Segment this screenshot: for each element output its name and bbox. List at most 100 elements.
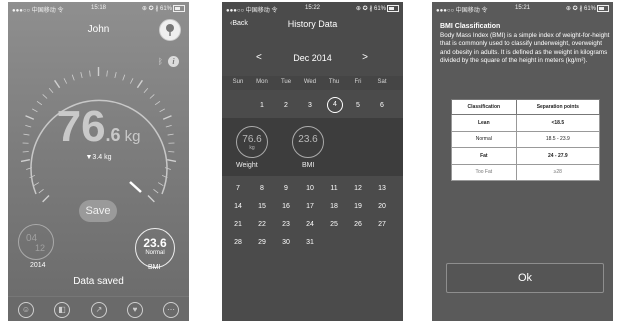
calendar-day[interactable]: 1 xyxy=(252,102,272,109)
heart-icon[interactable]: ♥ xyxy=(127,302,143,318)
calendar-day[interactable]: 22 xyxy=(252,221,272,228)
date-badge[interactable]: 04 12 xyxy=(18,224,54,260)
bmi-label: BMI xyxy=(148,264,161,271)
gauge-tick xyxy=(122,74,126,81)
next-month-button[interactable]: > xyxy=(362,52,368,63)
calendar-day[interactable]: 28 xyxy=(228,239,248,246)
table-row: Lean <18.5 xyxy=(451,114,601,132)
battery-icon xyxy=(173,5,185,12)
month-label: Dec 2014 xyxy=(293,53,332,63)
calendar-day[interactable]: 12 xyxy=(348,185,368,192)
info-body: Body Mass Index (BMI) is a simple index … xyxy=(440,32,610,65)
calendar-day[interactable]: 15 xyxy=(252,203,272,210)
gauge-tick xyxy=(48,87,54,94)
calendar-day[interactable]: 27 xyxy=(372,221,392,228)
calendar-day[interactable]: 8 xyxy=(252,185,272,192)
table-cell: Fat xyxy=(451,147,517,165)
calendar-day[interactable]: 23 xyxy=(276,221,296,228)
gauge-tick xyxy=(153,189,159,194)
gauge-tick xyxy=(42,94,48,99)
status-bar: ●●●○○ 中国移动 令 15:22 ⊕ ✪ ∦ 61% xyxy=(222,2,403,14)
calendar-day[interactable]: 16 xyxy=(276,203,296,210)
calendar-day[interactable]: 10 xyxy=(300,185,320,192)
weight-change: ▼3.4 kg xyxy=(85,154,112,161)
table-cell: Lean xyxy=(451,114,517,132)
gauge-needle xyxy=(129,181,142,193)
calendar-day[interactable]: 3 xyxy=(300,102,320,109)
gauge-tick xyxy=(136,79,143,89)
status-right: ⊕ ✪ ∦ 61% xyxy=(566,5,609,12)
history-screen: ●●●○○ 中国移动 令 15:22 ⊕ ✪ ∦ 61% ‹Back Histo… xyxy=(222,2,403,321)
date-year: 2014 xyxy=(30,262,46,269)
save-confirmation: Data saved xyxy=(73,276,124,287)
gauge-tick xyxy=(71,74,75,81)
calendar-day[interactable]: 19 xyxy=(348,203,368,210)
table-cell: <18.5 xyxy=(515,114,601,132)
calendar-week: 28 29 30 31 xyxy=(222,236,403,252)
status-right: ⊕ ✪ ∦ 61% xyxy=(142,5,185,12)
weight-unit: kg xyxy=(124,128,141,145)
calendar-day[interactable]: 18 xyxy=(324,203,344,210)
calendar-day-selected[interactable]: 4 xyxy=(327,97,343,113)
calendar-day[interactable]: 20 xyxy=(372,203,392,210)
bmi-badge[interactable]: 23.6 Normal xyxy=(135,228,175,268)
summary-bmi-circle: 23.6 xyxy=(292,126,324,158)
summary-bmi-label: BMI xyxy=(302,162,315,169)
calendar-day[interactable]: 7 xyxy=(228,185,248,192)
calendar-day[interactable]: 31 xyxy=(300,239,320,246)
calendar-week-1: 123456 xyxy=(222,96,403,116)
more-icon[interactable]: ⋯ xyxy=(163,302,179,318)
calendar-day[interactable]: 24 xyxy=(300,221,320,228)
weekday-label: Sat xyxy=(377,79,387,85)
calendar-day[interactable]: 5 xyxy=(348,102,368,109)
gauge-tick xyxy=(63,78,68,84)
calendar-day[interactable]: 2 xyxy=(276,102,296,109)
status-bar: ●●●○○ 中国移动 令 15:18 ⊕ ✪ ∦ 61% xyxy=(8,2,189,14)
calendar-day[interactable]: 6 xyxy=(372,102,392,109)
bmi-info-screen: ●●●○○ 中国移动 令 15:21 ⊕ ✪ ∦ 61% BMI Classif… xyxy=(432,2,613,321)
weight-reading: 76.6 kg xyxy=(8,102,189,152)
calendar-day[interactable]: 9 xyxy=(276,185,296,192)
gauge-tick xyxy=(164,167,171,170)
tree-icon xyxy=(166,24,174,36)
gauge-tick xyxy=(157,182,164,187)
page-title: History Data xyxy=(287,19,338,29)
battery-icon xyxy=(387,5,399,12)
calendar-day[interactable]: 11 xyxy=(324,185,344,192)
calendar-day[interactable]: 30 xyxy=(276,239,296,246)
calendar-week: 7 8 9 10 11 12 13 xyxy=(222,182,403,198)
calendar-day[interactable]: 29 xyxy=(252,239,272,246)
calendar-day[interactable]: 17 xyxy=(300,203,320,210)
summary-weight-circle: 76.6 kg xyxy=(236,126,268,158)
avatar[interactable] xyxy=(159,19,181,41)
gauge-tick xyxy=(38,189,44,194)
weekday-label: Wed xyxy=(303,79,317,85)
gauge-tick xyxy=(149,94,155,99)
scale-icon[interactable]: ◧ xyxy=(54,302,70,318)
calendar-day[interactable]: 14 xyxy=(228,203,248,210)
ok-button[interactable]: Ok xyxy=(446,263,604,293)
calendar-day[interactable]: 21 xyxy=(228,221,248,228)
calendar-day[interactable]: 13 xyxy=(372,185,392,192)
tab-bar: ☺ ◧ ↗ ♥ ⋯ xyxy=(8,296,189,321)
month-selector: < Dec 2014 > xyxy=(222,50,403,66)
table-header-separation: Separation points xyxy=(515,99,601,115)
gauge-tick xyxy=(89,70,91,77)
calendar-day[interactable]: 25 xyxy=(324,221,344,228)
calendar-week: 21 22 23 24 25 26 27 xyxy=(222,218,403,234)
table-header-classification: Classification xyxy=(451,99,517,115)
table-cell: ≥28 xyxy=(515,163,601,181)
gauge-tick xyxy=(114,72,117,79)
save-button[interactable]: Save xyxy=(79,200,117,222)
table-cell: Too Fat xyxy=(451,163,517,181)
user-icon[interactable]: ☺ xyxy=(18,302,34,318)
weekday-label: Mon xyxy=(256,79,268,85)
summary-weight-value: 76.6 xyxy=(242,134,262,145)
table-cell: Normal xyxy=(451,130,517,148)
calendar-day[interactable]: 26 xyxy=(348,221,368,228)
weight-integer: 76 xyxy=(56,102,106,151)
bmi-value: 23.6 xyxy=(143,236,167,250)
weekday-label: Tue xyxy=(280,79,292,85)
weekday-header: Sun Mon Tue Wed Thu Fri Sat xyxy=(222,76,403,90)
trend-icon[interactable]: ↗ xyxy=(91,302,107,318)
